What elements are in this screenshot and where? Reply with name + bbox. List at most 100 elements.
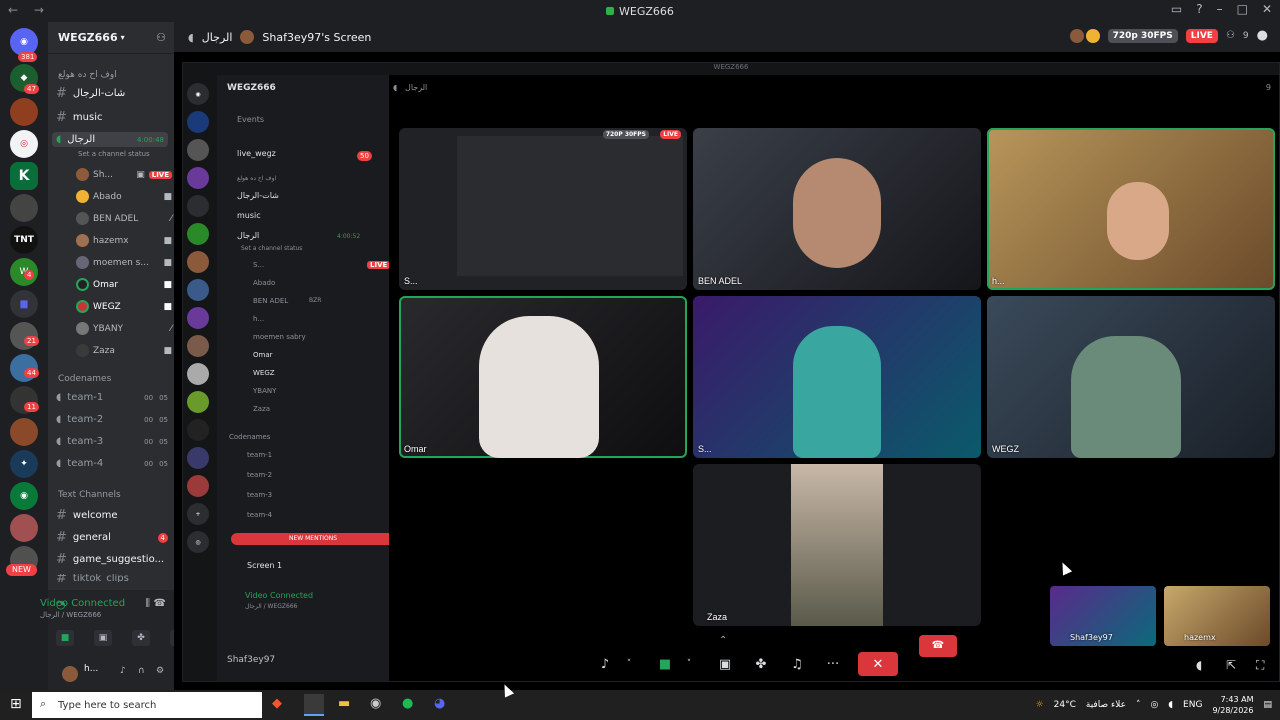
voice-member[interactable]: Sh... ▣ LIVE <box>76 168 172 181</box>
activity-icon[interactable]: ✤ <box>750 653 772 675</box>
nav-arrows-icon[interactable]: ← → <box>8 3 50 17</box>
network-icon[interactable]: ◎ <box>1150 700 1158 710</box>
help-icon[interactable]: ? <box>1196 2 1202 16</box>
more-icon[interactable]: ··· <box>822 653 844 675</box>
shared-user: Shaf3ey97 <box>227 655 276 665</box>
guild-icon[interactable] <box>10 194 38 222</box>
guild-icon[interactable] <box>10 514 38 542</box>
video-tile[interactable]: S... <box>693 296 981 458</box>
guild-icon[interactable] <box>10 418 38 446</box>
voice-member[interactable]: moemen s... ■ <box>76 256 172 269</box>
shared-member: Omar <box>253 351 273 359</box>
brave-icon[interactable]: ◆ <box>272 696 282 711</box>
minimize-icon[interactable]: – <box>1217 2 1223 16</box>
chevron-down-icon[interactable]: ˅ <box>618 653 640 675</box>
notepad-icon[interactable] <box>304 694 324 716</box>
popout-icon[interactable]: ⇱ <box>1226 658 1236 672</box>
stop-stream-button[interactable]: ✕ <box>858 652 898 676</box>
file-explorer-icon[interactable]: ▬ <box>338 696 350 711</box>
participant-thumb[interactable]: Shaf3ey97 <box>1050 586 1156 646</box>
camera-icon[interactable]: ■ <box>654 653 676 675</box>
guild-icon[interactable]: ◎ <box>10 130 38 158</box>
chevron-up-icon[interactable]: ˄ <box>1136 700 1141 710</box>
clock[interactable]: 7:43 AM 9/28/2026 <box>1212 694 1253 716</box>
close-icon[interactable]: ✕ <box>1262 2 1272 16</box>
notifications-icon[interactable]: ▤ <box>1263 700 1272 710</box>
lang-label[interactable]: ENG <box>1183 700 1202 710</box>
inbox-icon[interactable]: ▭ <box>1171 2 1182 16</box>
guild-icon <box>187 447 209 469</box>
muted-icon: ⁄ <box>170 323 172 334</box>
voice-member[interactable]: BEN ADEL ⁄ <box>76 212 172 225</box>
channel-item[interactable]: # welcome <box>56 508 118 523</box>
taskbar-search[interactable]: ⌕ Type here to search <box>32 692 262 718</box>
voice-connected-title[interactable]: Video Connected <box>40 598 125 609</box>
add-member-icon[interactable]: ⚇ <box>156 31 166 44</box>
channel-item[interactable]: # شات-الرجال <box>56 86 125 101</box>
viewers-icon[interactable]: ⚇ <box>1226 30 1235 41</box>
voice-member[interactable]: YBANY ⁄ <box>76 322 172 335</box>
screenshare-icon[interactable]: ▣ <box>714 653 736 675</box>
guild-icon[interactable]: ◉ <box>10 482 38 510</box>
member-name: Zaza <box>93 345 115 356</box>
voice-channel-active[interactable]: ◖ الرجال 4:00:48 <box>52 132 168 147</box>
start-icon[interactable]: ⊞ <box>10 696 22 712</box>
discord-taskbar-icon[interactable]: ◕ <box>434 696 445 711</box>
video-tile[interactable]: Zaza <box>693 464 981 626</box>
volume-icon[interactable]: ◖ <box>1196 658 1202 672</box>
folder-icon[interactable]: ▆ <box>10 290 38 318</box>
soundboard-icon[interactable]: ♫ <box>786 653 808 675</box>
video-tile[interactable]: h... <box>987 128 1275 290</box>
hash-icon: # <box>56 574 67 582</box>
username[interactable]: h... <box>84 664 98 674</box>
spotify-icon[interactable]: ● <box>402 696 413 711</box>
mic-icon[interactable]: ♪ <box>120 666 126 676</box>
chat-icon[interactable]: ● <box>1257 28 1268 43</box>
headphones-icon[interactable]: ∩ <box>138 666 145 676</box>
settings-icon[interactable]: ⚙ <box>156 666 164 676</box>
guild-icon[interactable]: ✦ <box>10 450 38 478</box>
window-title: WEGZ666 <box>619 4 674 18</box>
category-codenames[interactable]: Codenames <box>58 374 111 384</box>
channel-item[interactable]: # game_suggestio... <box>56 552 164 567</box>
channel-status[interactable]: Set a channel status <box>78 150 150 158</box>
shared-live-channel: live_wegz <box>237 149 276 158</box>
screenshare-button[interactable]: ▣ <box>94 630 112 646</box>
chevron-down-icon[interactable]: ˅ <box>678 653 700 675</box>
voice-channel-team[interactable]: ◖ team-1 00 05 <box>56 392 168 403</box>
obs-icon[interactable]: ◉ <box>370 696 381 711</box>
channel-item[interactable]: # general 4 <box>56 530 168 545</box>
video-tile-stream[interactable]: 720P 30FPS LIVE S... <box>399 128 687 290</box>
voice-member[interactable]: WEGZ ■ <box>76 300 172 313</box>
weather-icon[interactable]: ☼ <box>1036 700 1044 710</box>
noise-icon[interactable]: ⫼ <box>145 598 150 609</box>
video-tile[interactable]: BEN ADEL <box>693 128 981 290</box>
video-tile[interactable]: Omar <box>399 296 687 458</box>
volume-icon[interactable]: ◖ <box>1168 700 1173 710</box>
channel-item[interactable]: # tiktok_clips <box>56 574 129 582</box>
avatar[interactable] <box>62 666 78 682</box>
category-label[interactable]: اوف اح ده هولع <box>58 70 117 80</box>
guild-icon[interactable] <box>10 98 38 126</box>
activity-button[interactable]: ✤ <box>132 630 150 646</box>
server-header[interactable]: WEGZ666 ▾ ⚇ <box>48 22 174 54</box>
maximize-icon[interactable]: □ <box>1237 2 1248 16</box>
camera-button[interactable]: ■ <box>56 630 74 646</box>
stage-viewers: 9 <box>1265 83 1271 92</box>
voice-member[interactable]: Zaza ■ <box>76 344 172 357</box>
fullscreen-icon[interactable]: ⛶ <box>1256 658 1264 673</box>
voice-member[interactable]: Omar ■ <box>76 278 172 291</box>
voice-member[interactable]: Abado ■ <box>76 190 172 203</box>
voice-channel-team[interactable]: ◖ team-4 00 05 <box>56 458 168 469</box>
voice-member[interactable]: hazemx ■ <box>76 234 172 247</box>
guild-icon[interactable]: K <box>10 162 38 190</box>
mic-icon[interactable]: ♪ <box>594 653 616 675</box>
voice-channel-team[interactable]: ◖ team-3 00 05 <box>56 436 168 447</box>
channel-item[interactable]: # music <box>56 110 102 125</box>
guild-icon-tnt[interactable]: TNT <box>10 226 38 254</box>
category-text-channels[interactable]: Text Channels <box>58 490 121 500</box>
participant-thumb[interactable]: hazemx <box>1164 586 1270 646</box>
voice-channel-team[interactable]: ◖ team-2 00 05 <box>56 414 168 425</box>
disconnect-icon[interactable]: ☎ <box>154 598 166 609</box>
video-tile[interactable]: WEGZ <box>987 296 1275 458</box>
